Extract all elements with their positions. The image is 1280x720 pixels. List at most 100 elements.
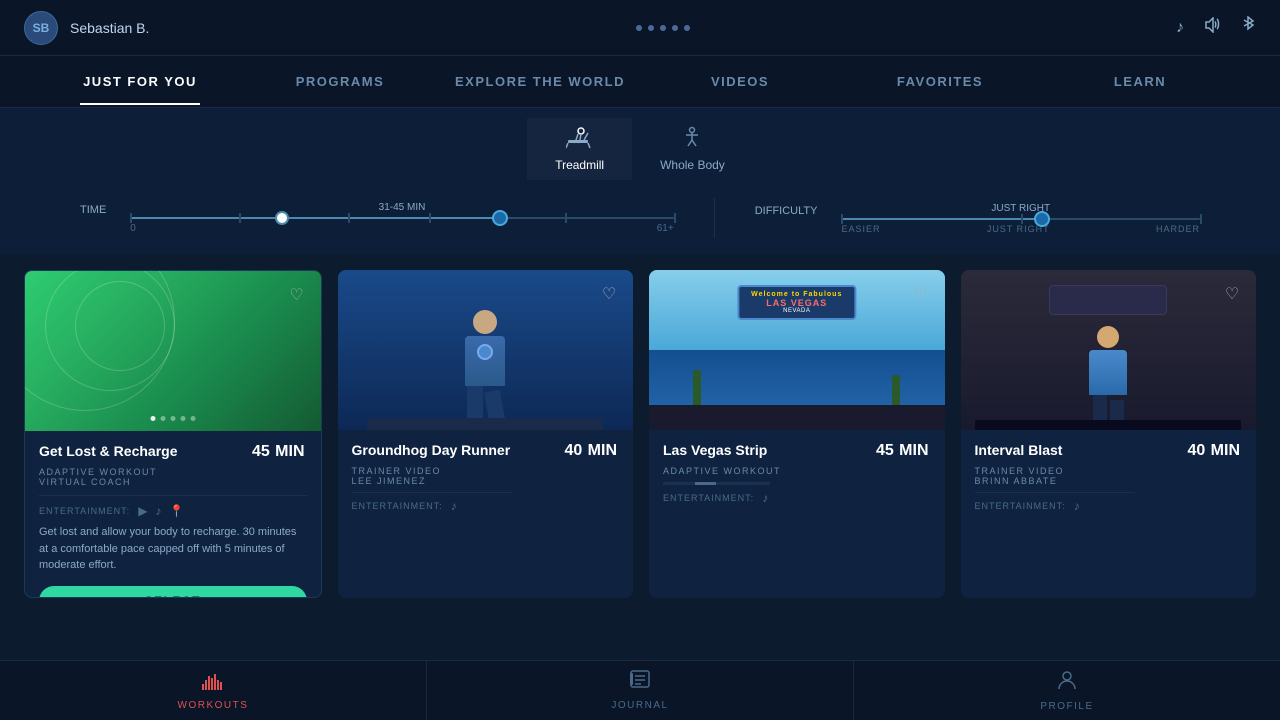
card-4-image: ♡ (961, 270, 1257, 430)
location-icon: 📍 (169, 504, 184, 518)
card-2-body: Groundhog Day Runner 40 MIN TRAINER VIDE… (338, 430, 634, 598)
card-1-title-row: Get Lost & Recharge 45 MIN (39, 443, 307, 461)
card-4-divider (975, 492, 1136, 493)
dot-1 (636, 25, 642, 31)
card-4-music-icon: ♪ (1074, 499, 1080, 513)
difficulty-thumb[interactable] (1034, 211, 1050, 227)
diff-tick-2 (1200, 214, 1202, 224)
bottom-nav-profile[interactable]: PROFILE (854, 661, 1280, 720)
nav-programs[interactable]: PROGRAMS (240, 58, 440, 105)
card-1-body: Get Lost & Recharge 45 MIN ADAPTIVE WORK… (25, 431, 321, 598)
header: SB Sebastian B. ♪ (0, 0, 1280, 56)
journal-label: JOURNAL (611, 700, 668, 711)
dot-2 (648, 25, 654, 31)
tick-2 (348, 213, 350, 223)
sub-nav: Treadmill Whole Body (0, 108, 1280, 190)
card-2-entertainment: ENTERTAINMENT: ♪ (352, 499, 620, 513)
card-1-duration: 45 MIN (252, 443, 306, 461)
card-4-favorite[interactable]: ♡ (1218, 280, 1246, 308)
harder-label: HARDER (1156, 224, 1200, 234)
card-1-desc: Get lost and allow your body to recharge… (39, 524, 307, 574)
card-dot-2 (160, 416, 165, 421)
card-3-title: Las Vegas Strip (663, 442, 767, 458)
sub-nav-treadmill[interactable]: Treadmill (527, 118, 632, 180)
card-4-type: TRAINER VIDEO BRINN ABBATE (975, 466, 1243, 486)
time-value: 31-45 MIN (130, 202, 673, 213)
time-thumb-right[interactable] (492, 210, 508, 226)
card-1-favorite[interactable]: ♡ (283, 281, 311, 309)
card-3-title-row: Las Vegas Strip 45 MIN (663, 442, 931, 460)
music-note-icon: ♪ (155, 504, 161, 518)
workouts-label: WORKOUTS (178, 700, 249, 711)
diff-tick-0 (841, 214, 843, 224)
card-2-music-icon: ♪ (451, 499, 457, 513)
cards-section: ♡ Get Lost & Recharge 45 MIN ADAPTIVE WO… (0, 254, 1280, 614)
difficulty-fill (841, 218, 1042, 220)
dot-4 (672, 25, 678, 31)
card-3-favorite[interactable]: ♡ (907, 280, 935, 308)
header-dots (636, 25, 690, 31)
tick-3 (429, 213, 431, 223)
header-icons: ♪ (1176, 16, 1256, 39)
difficulty-slider-track[interactable] (841, 218, 1200, 220)
filter-bar: TIME 31-45 MIN 0 61+ DI (0, 190, 1280, 254)
card-4-title-row: Interval Blast 40 MIN (975, 442, 1243, 460)
nav-favorites[interactable]: FAVORITES (840, 58, 1040, 105)
card-1-title: Get Lost & Recharge (39, 443, 177, 459)
tick-1 (239, 213, 241, 223)
easier-label: EASIER (841, 224, 880, 234)
workouts-icon (201, 670, 225, 696)
sub-nav-whole-body[interactable]: Whole Body (632, 118, 753, 180)
card-interval-blast: ♡ Interval Blast 40 MIN TRAINER VIDEO BR… (961, 270, 1257, 598)
time-slider-labels: 0 61+ (130, 223, 673, 234)
circle-3 (75, 281, 165, 371)
card-3-image: Welcome to Fabulous LAS VEGAS NEVADA ♡ (649, 270, 945, 430)
difficulty-value: JUST RIGHT (841, 203, 1200, 214)
nav-videos[interactable]: VIDEOS (640, 58, 840, 105)
card-2-duration: 40 MIN (565, 442, 619, 460)
nav-learn[interactable]: LEARN (1040, 58, 1240, 105)
card-groundhog: ♡ Groundhog Day Runner 40 MIN TRAINER VI… (338, 270, 634, 598)
dot-5 (684, 25, 690, 31)
bluetooth-icon[interactable] (1242, 16, 1256, 39)
card-3-type: ADAPTIVE WORKOUT (663, 466, 931, 476)
treadmill-icon (566, 126, 594, 154)
nav-explore-world[interactable]: EXPLORE THE WORLD (440, 58, 640, 105)
bottom-nav-workouts[interactable]: WORKOUTS (0, 661, 426, 720)
nav-just-for-you[interactable]: JUST FOR YOU (40, 58, 240, 105)
card-3-body: Las Vegas Strip 45 MIN ADAPTIVE WORKOUT … (649, 430, 945, 598)
card-4-title: Interval Blast (975, 442, 1063, 458)
card-2-title-row: Groundhog Day Runner 40 MIN (352, 442, 620, 460)
header-left: SB Sebastian B. (24, 11, 149, 45)
bottom-nav: WORKOUTS JOURNAL PROFILE (0, 660, 1280, 720)
card-4-entertainment: ENTERTAINMENT: ♪ (975, 499, 1243, 513)
profile-label: PROFILE (1040, 701, 1093, 712)
card-dot-5 (190, 416, 195, 421)
card-3-divider (663, 482, 770, 485)
volume-icon[interactable] (1204, 17, 1222, 38)
card-3-duration: 45 MIN (876, 442, 930, 460)
card-1-type: ADAPTIVE WORKOUT VIRTUAL COACH (39, 467, 307, 487)
card-1-divider (39, 495, 307, 496)
difficulty-slider-labels: EASIER JUST RIGHT HARDER (841, 224, 1200, 234)
play-icon: ▶ (138, 504, 147, 518)
time-thumb-left[interactable] (275, 211, 289, 225)
tick-0 (130, 213, 132, 223)
difficulty-filter-label: DIFFICULTY (755, 205, 826, 217)
sub-nav-whole-body-label: Whole Body (660, 158, 725, 172)
card-dot-3 (170, 416, 175, 421)
music-icon[interactable]: ♪ (1176, 19, 1184, 37)
card-3-entertainment: ENTERTAINMENT: ♪ (663, 491, 931, 505)
card-2-title: Groundhog Day Runner (352, 442, 511, 458)
card-dot-4 (180, 416, 185, 421)
bottom-nav-journal[interactable]: JOURNAL (427, 661, 853, 720)
card-2-divider (352, 492, 513, 493)
time-slider-track[interactable] (130, 217, 673, 219)
time-slider-fill (130, 217, 500, 219)
card-2-favorite[interactable]: ♡ (595, 280, 623, 308)
time-min-label: 0 (130, 223, 136, 234)
profile-icon (1056, 669, 1078, 697)
card-3-music-icon: ♪ (762, 491, 768, 505)
select-button[interactable]: SELECT (39, 586, 307, 599)
card-get-lost: ♡ Get Lost & Recharge 45 MIN ADAPTIVE WO… (24, 270, 322, 598)
